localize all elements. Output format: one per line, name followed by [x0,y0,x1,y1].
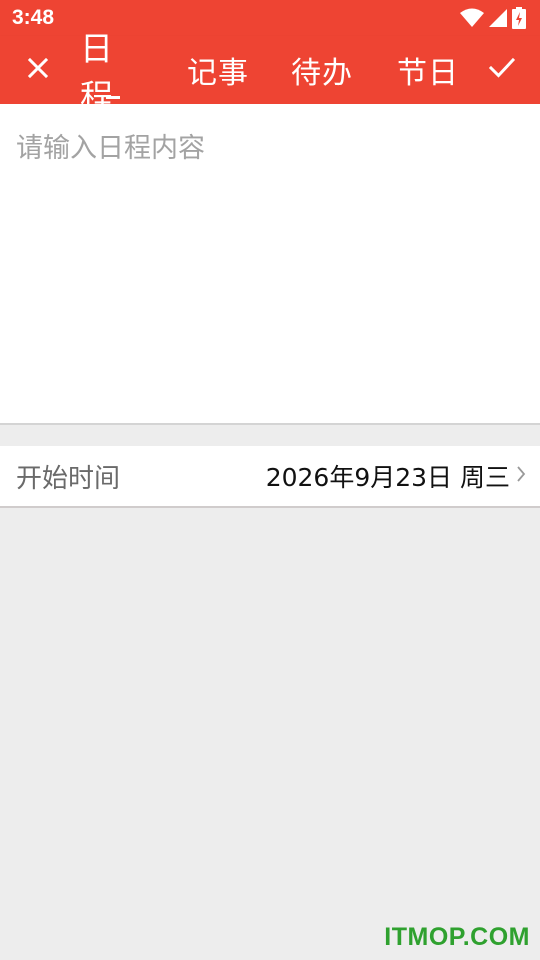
status-icons [460,7,526,29]
chevron-right-icon [516,465,526,487]
tab-festival[interactable]: 节日 [396,36,460,104]
tab-todo[interactable]: 待办 [290,36,354,104]
screen: 3:48 日程 记事 待办 节日 请输入日程内容 开始时间 2026年9月23日… [0,0,540,960]
tab-label: 节日 [397,56,459,91]
battery-charging-icon [512,7,526,29]
start-time-value-wrap: 2026年9月23日 周三 [266,458,526,494]
wifi-icon [460,8,484,28]
status-time: 3:48 [12,6,55,29]
start-time-value: 2026年9月23日 周三 [265,463,510,492]
check-icon [488,57,516,83]
start-time-row[interactable]: 开始时间 2026年9月23日 周三 [0,446,540,508]
close-icon [27,57,49,83]
schedule-content-input[interactable] [16,126,524,416]
tab-schedule[interactable]: 日程 [80,29,146,116]
confirm-button[interactable] [482,50,522,90]
toolbar: 日程 记事 待办 节日 [0,29,540,116]
start-time-label: 开始时间 [16,463,121,494]
signal-icon [488,8,508,28]
content-area [0,104,540,425]
tab-label: 待办 [291,56,353,91]
tab-notes[interactable]: 记事 [186,36,250,104]
watermark: ITMOP.COM [384,923,530,951]
close-button[interactable] [18,50,58,90]
tab-label: 记事 [187,56,249,91]
active-tab-indicator [106,96,120,99]
